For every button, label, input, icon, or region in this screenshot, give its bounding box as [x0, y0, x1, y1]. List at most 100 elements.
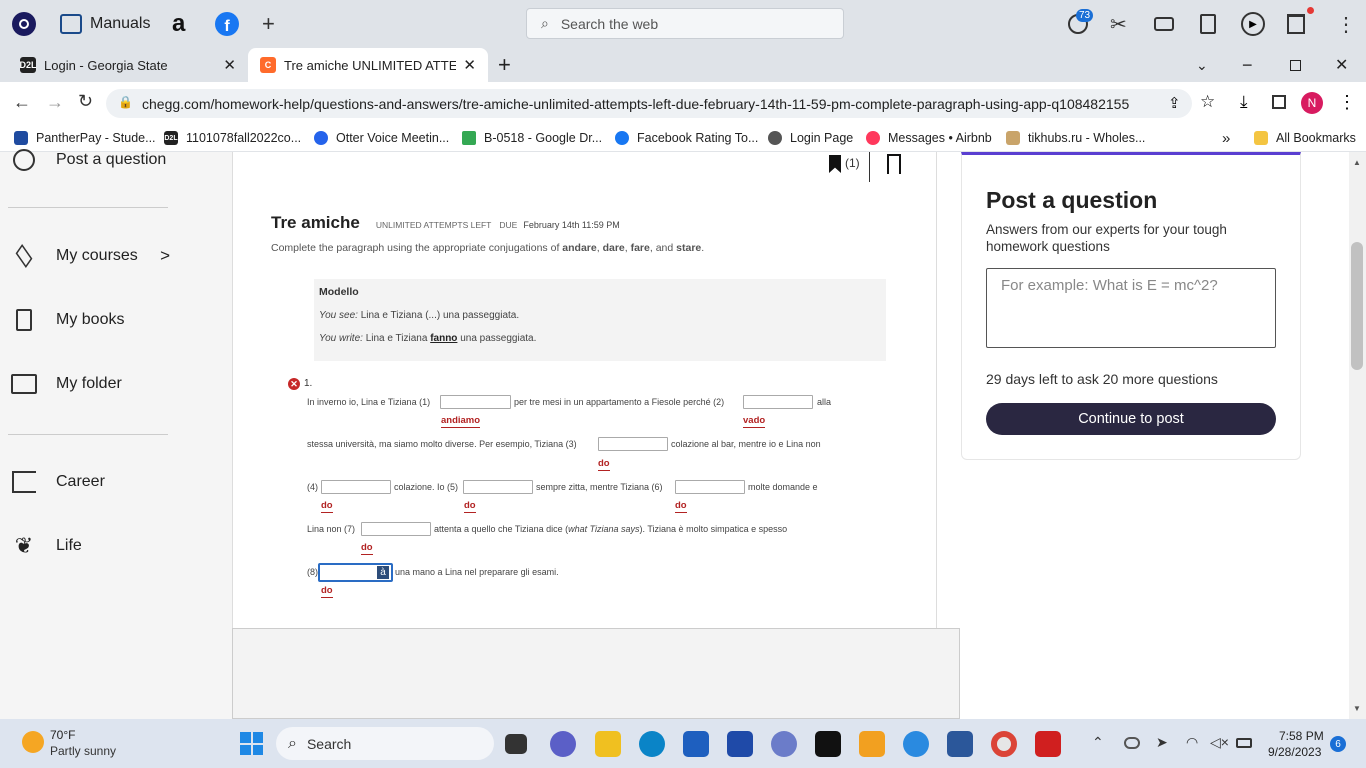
answer-input-7[interactable] — [361, 522, 431, 536]
question-textarea[interactable]: For example: What is E = mc^2? — [986, 268, 1276, 348]
edge-icon[interactable] — [639, 731, 665, 757]
bookmark-tikhubs[interactable]: tikhubs.ru - Wholes... — [1006, 124, 1145, 152]
onedrive-icon[interactable] — [1124, 737, 1140, 749]
amazon-icon[interactable]: a — [172, 0, 185, 48]
address-bar[interactable]: 🔒 chegg.com/homework-help/questions-and-… — [106, 89, 1192, 118]
answer-input-3[interactable] — [598, 437, 668, 451]
scroll-up-icon[interactable]: ▲ — [1353, 158, 1361, 167]
mywork-icon[interactable] — [727, 731, 753, 757]
sidebar-item-my-folder[interactable]: My folder — [10, 370, 122, 398]
add-icon[interactable]: + — [262, 0, 275, 48]
task-view-icon[interactable] — [505, 734, 527, 754]
clipboard-icon[interactable] — [1200, 0, 1216, 48]
bookmark-label: 1101078fall2022co... — [186, 131, 302, 145]
accent-button[interactable]: à — [377, 566, 389, 579]
back-icon[interactable]: ← — [13, 92, 31, 113]
sidebar-item-my-books[interactable]: My books — [10, 306, 124, 334]
forward-icon[interactable]: → — [46, 92, 64, 113]
clock-date[interactable]: 9/28/2023 — [1268, 745, 1321, 759]
app-icon[interactable] — [859, 731, 885, 757]
battery-icon[interactable] — [1236, 738, 1252, 748]
word-icon[interactable] — [947, 731, 973, 757]
answer-input-2[interactable] — [743, 395, 813, 409]
download-icon[interactable]: ⤓ — [1240, 92, 1248, 112]
sidebar-item-label: My folder — [56, 375, 122, 392]
store-icon[interactable] — [683, 731, 709, 757]
taskbar-search[interactable]: ⌕ Search — [276, 727, 494, 760]
arc-icon[interactable] — [815, 731, 841, 757]
minimize-icon[interactable]: − — [1242, 48, 1253, 82]
scissors-icon[interactable]: ✂ — [1110, 0, 1127, 48]
flag-icon[interactable] — [887, 154, 901, 174]
weather-icon[interactable] — [22, 731, 44, 753]
answer-input-6[interactable] — [675, 480, 745, 494]
sidebar-item-label: My courses — [56, 247, 138, 264]
notifications-icon[interactable]: 73 — [1068, 0, 1094, 48]
all-bookmarks[interactable]: All Bookmarks — [1254, 124, 1356, 152]
correct-answer-2: vado — [743, 415, 766, 428]
windows-start-icon[interactable] — [240, 732, 263, 755]
scrollbar-thumb[interactable] — [1351, 242, 1363, 370]
answer-input-8[interactable]: à — [318, 563, 393, 582]
bookmarks-overflow[interactable]: » — [1222, 124, 1230, 152]
file-explorer-icon[interactable] — [595, 731, 621, 757]
answer-input-5[interactable] — [463, 480, 533, 494]
acrobat-icon[interactable] — [1035, 731, 1061, 757]
chrome-icon[interactable] — [991, 731, 1017, 757]
chrome-menu-icon[interactable]: ⋮ — [1338, 92, 1356, 113]
bookmark-icon[interactable] — [829, 155, 841, 173]
close-icon[interactable]: ✕ — [463, 56, 476, 74]
reload-icon[interactable]: ↻ — [78, 91, 93, 112]
question-header: Tre amiche UNLIMITED ATTEMPTS LEFT DUE F… — [271, 213, 620, 233]
star-icon[interactable]: ☆ — [1200, 92, 1215, 112]
manuals-button[interactable]: Manuals — [60, 0, 150, 48]
plant-icon: ❦ — [14, 533, 34, 558]
sidebar-item-career[interactable]: Career — [10, 468, 105, 496]
tab-tre-amiche[interactable]: C Tre amiche UNLIMITED ATTEMPTS ✕ — [248, 48, 488, 82]
weather-desc[interactable]: Partly sunny — [50, 744, 116, 758]
settings-icon[interactable] — [903, 731, 929, 757]
bookmark-otter[interactable]: Otter Voice Meetin... — [314, 124, 449, 152]
share-icon[interactable]: ⇪ — [1168, 94, 1181, 112]
answer-input-4[interactable] — [321, 480, 391, 494]
bookmark-airbnb[interactable]: Messages • Airbnb — [866, 124, 992, 152]
scrollbar[interactable]: ▲ ▼ — [1349, 152, 1366, 719]
clock-time[interactable]: 7:58 PM — [1279, 729, 1324, 743]
sidebar-item-my-courses[interactable]: My courses > — [10, 242, 170, 270]
app-logo-icon[interactable] — [12, 0, 36, 48]
trash-icon[interactable] — [1287, 0, 1314, 48]
site-info-icon[interactable]: 🔒 — [118, 95, 133, 109]
profile-avatar[interactable]: N — [1301, 92, 1323, 114]
tray-chevron-icon[interactable]: ⌃ — [1092, 734, 1104, 751]
attempts-label: UNLIMITED ATTEMPTS LEFT — [375, 220, 492, 230]
bookmark-google-drive[interactable]: B-0518 - Google Dr... — [462, 124, 602, 152]
side-panel-icon[interactable] — [1272, 95, 1286, 109]
close-icon[interactable]: ✕ — [223, 56, 236, 74]
notification-count-badge[interactable]: 6 — [1330, 736, 1346, 752]
video-icon[interactable] — [1154, 0, 1174, 48]
bookmark-facebook-rating[interactable]: Facebook Rating To... — [615, 124, 758, 152]
scroll-down-icon[interactable]: ▼ — [1353, 704, 1361, 713]
volume-icon[interactable]: ◁× — [1210, 734, 1229, 751]
facebook-icon[interactable]: f — [215, 0, 239, 48]
more-menu-icon[interactable]: ⋮ — [1336, 0, 1356, 48]
new-tab-icon[interactable]: + — [498, 48, 511, 82]
location-icon[interactable]: ➤ — [1156, 734, 1168, 751]
web-search-box[interactable]: ⌕ Search the web — [526, 8, 844, 39]
tab-search-icon[interactable]: ⌄ — [1196, 48, 1208, 82]
restore-icon[interactable] — [1290, 48, 1301, 82]
answer-input-1[interactable] — [440, 395, 511, 409]
bookmark-login-page[interactable]: Login Page — [768, 124, 853, 152]
teams-chat-icon[interactable] — [550, 731, 576, 757]
wifi-icon[interactable]: ◠ — [1186, 734, 1198, 751]
sidebar-post-question[interactable]: Post a question — [10, 146, 166, 174]
window-close-icon[interactable]: ✕ — [1335, 48, 1348, 82]
sidebar-item-life[interactable]: ❦ Life — [10, 532, 82, 560]
copilot-icon[interactable] — [771, 731, 797, 757]
weather-temp[interactable]: 70°F — [50, 728, 75, 742]
tab-login-georgia-state[interactable]: D2L Login - Georgia State ✕ — [0, 48, 248, 82]
os-top-bar: Manuals a f + ⌕ Search the web 73 ✂ ▶ ⋮ — [0, 0, 1366, 48]
play-icon[interactable]: ▶ — [1241, 0, 1265, 48]
continue-to-post-button[interactable]: Continue to post — [986, 403, 1276, 435]
bookmark-1101078fall2022[interactable]: D2L 1101078fall2022co... — [164, 124, 301, 152]
